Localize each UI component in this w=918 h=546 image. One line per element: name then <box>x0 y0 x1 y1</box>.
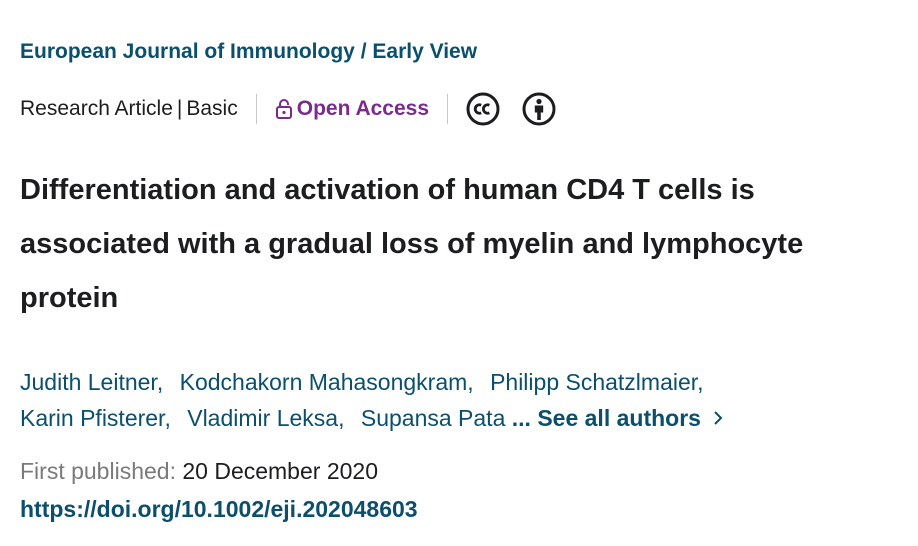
article-type-divider: | <box>176 97 183 120</box>
attribution-icon[interactable] <box>522 92 556 126</box>
author-list: Judith Leitner, Kodchakorn Mahasongkram,… <box>20 364 910 436</box>
author-link[interactable]: Kodchakorn Mahasongkram <box>180 369 468 395</box>
publication-info: First published: 20 December 2020 <box>20 458 378 485</box>
author-link[interactable]: Judith Leitner <box>20 369 157 395</box>
license-icons <box>466 92 556 126</box>
journal-name-link[interactable]: European Journal of Immunology <box>20 40 355 63</box>
author-separator: , <box>697 369 704 395</box>
first-published-date: 20 December 2020 <box>182 458 378 484</box>
divider <box>447 94 449 124</box>
article-type: Research Article <box>20 97 173 120</box>
creative-commons-icon[interactable] <box>466 92 500 126</box>
open-access-badge: Open Access <box>275 97 429 121</box>
journal-breadcrumb: European Journal of Immunology / Early V… <box>20 40 477 64</box>
first-published-label: First published: <box>20 458 176 484</box>
author-separator: , <box>338 405 345 431</box>
title-line: Differentiation and activation of human … <box>20 174 755 206</box>
lock-open-icon <box>275 99 292 119</box>
author-link[interactable]: Supansa Pata <box>361 405 506 431</box>
author-separator: , <box>164 405 171 431</box>
early-view-link[interactable]: Early View <box>372 40 477 63</box>
see-all-authors-label: ... See all authors <box>511 405 701 431</box>
author-link[interactable]: Karin Pfisterer <box>20 405 164 431</box>
title-line: associated with a gradual loss of myelin… <box>20 228 804 260</box>
see-all-authors-button[interactable]: ... See all authors <box>512 400 723 436</box>
author-separator: , <box>156 369 164 395</box>
open-access-label: Open Access <box>296 97 430 120</box>
breadcrumb-separator: / <box>360 40 367 63</box>
doi-link[interactable]: https://doi.org/10.1002/eji.202048603 <box>20 496 418 523</box>
author-separator: , <box>467 369 474 395</box>
author-link[interactable]: Philipp Schatzlmaier <box>490 369 697 395</box>
article-title: Differentiation and activation of human … <box>20 163 910 325</box>
author-link[interactable]: Vladimir Leksa <box>187 405 338 431</box>
title-line: protein <box>20 282 119 314</box>
chevron-right-icon <box>714 411 723 425</box>
article-meta-row: Research Article | Basic Open Access <box>20 92 556 126</box>
article-category: Basic <box>186 97 238 120</box>
divider <box>255 94 257 124</box>
